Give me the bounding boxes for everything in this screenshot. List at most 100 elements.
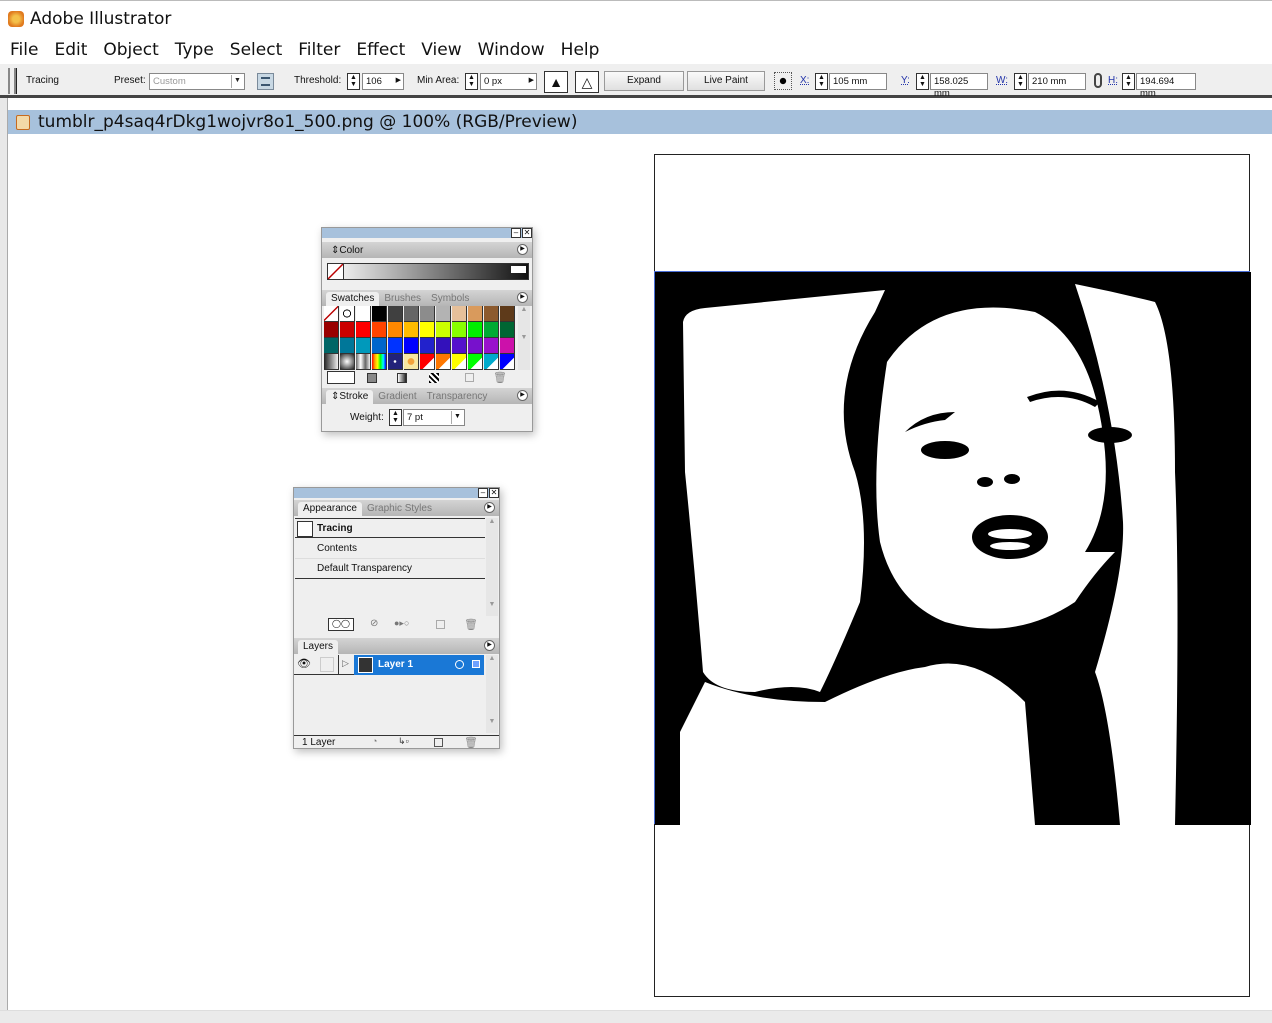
reference-point-icon[interactable]	[774, 72, 792, 90]
h-label[interactable]: H:	[1108, 75, 1118, 87]
w-label[interactable]: W:	[996, 75, 1008, 87]
min-area-input[interactable]: 0 px ▶	[480, 73, 537, 90]
w-stepper[interactable]	[1014, 73, 1027, 90]
panel-menu-icon[interactable]: ▶	[484, 502, 495, 513]
swatch[interactable]	[388, 338, 403, 354]
swatch[interactable]	[404, 338, 419, 354]
selection-square-icon[interactable]	[472, 660, 480, 668]
live-paint-button[interactable]: Live Paint	[687, 71, 765, 91]
panel-menu-icon[interactable]: ▶	[517, 292, 528, 303]
x-label[interactable]: X:	[800, 75, 809, 87]
swatch[interactable]	[340, 322, 355, 338]
min-area-stepper[interactable]	[465, 73, 478, 90]
pattern-swatches-icon[interactable]	[429, 373, 439, 383]
swatch[interactable]	[500, 306, 515, 322]
h-input[interactable]: 194.694 mm	[1136, 73, 1196, 99]
chevron-down-icon[interactable]: ▼	[451, 411, 463, 424]
weight-stepper[interactable]	[389, 409, 402, 426]
new-swatch-icon[interactable]	[465, 373, 474, 382]
menu-edit[interactable]: Edit	[48, 40, 93, 60]
h-stepper[interactable]	[1122, 73, 1135, 90]
tab-appearance[interactable]: Appearance	[298, 502, 362, 516]
menu-object[interactable]: Object	[97, 40, 164, 60]
threshold-input[interactable]: 106 ▶	[362, 73, 404, 90]
swatches-scrollbar[interactable]: ▲ ▼	[518, 306, 530, 370]
swatch[interactable]	[372, 354, 387, 370]
tab-stroke[interactable]: ⇕Stroke	[326, 390, 374, 404]
close-icon[interactable]: ✕	[489, 488, 499, 498]
tab-transparency[interactable]: Transparency	[422, 390, 493, 404]
swatch[interactable]	[468, 306, 483, 322]
minimize-icon[interactable]: –	[511, 228, 521, 238]
show-tracing-result-icon[interactable]: ▲	[544, 71, 568, 93]
swatch[interactable]	[372, 306, 387, 322]
none-color-icon[interactable]	[328, 264, 344, 279]
swatch[interactable]	[436, 338, 451, 354]
swatch[interactable]	[388, 354, 403, 370]
threshold-stepper[interactable]	[347, 73, 360, 90]
target-circle-icon[interactable]	[455, 660, 464, 669]
color-spectrum-bar[interactable]	[327, 263, 529, 280]
layer-1-selected[interactable]: Layer 1	[354, 655, 484, 675]
swatch[interactable]	[404, 322, 419, 338]
duplicate-item-icon[interactable]	[436, 620, 445, 629]
layer-row[interactable]: 👁 ▷ Layer 1	[294, 655, 484, 675]
swatch[interactable]	[404, 306, 419, 322]
tracing-object[interactable]	[654, 271, 1251, 825]
swatch[interactable]	[356, 338, 371, 354]
control-bar-grip[interactable]	[8, 68, 16, 94]
swatch[interactable]	[420, 306, 435, 322]
layers-scrollbar[interactable]: ▲ ▼	[486, 655, 498, 733]
menu-effect[interactable]: Effect	[350, 40, 411, 60]
swatch[interactable]	[452, 306, 467, 322]
trash-icon[interactable]: 🗑	[493, 371, 507, 384]
panel-title-bar[interactable]: – ✕	[294, 488, 499, 498]
swatch[interactable]	[468, 354, 483, 370]
appearance-item-tracing[interactable]: Tracing	[295, 518, 485, 538]
appearance-scrollbar[interactable]: ▲ ▼	[486, 518, 498, 616]
swatch[interactable]	[340, 306, 355, 322]
visibility-eye-icon[interactable]: 👁	[296, 657, 312, 673]
tab-brushes[interactable]: Brushes	[379, 292, 426, 306]
swatch[interactable]	[500, 354, 515, 370]
show-source-image-icon[interactable]: △	[575, 71, 599, 93]
appearance-item-contents[interactable]: Contents	[295, 539, 485, 559]
swatch[interactable]	[484, 322, 499, 338]
menu-view[interactable]: View	[415, 40, 467, 60]
swatch[interactable]	[388, 306, 403, 322]
clear-appearance-icon[interactable]: ⊘	[370, 618, 378, 629]
menu-filter[interactable]: Filter	[292, 40, 346, 60]
minimize-icon[interactable]: –	[478, 488, 488, 498]
swatch[interactable]	[468, 322, 483, 338]
tab-layers[interactable]: Layers	[298, 640, 339, 654]
appearance-item-default-transparency[interactable]: Default Transparency	[295, 559, 485, 579]
make-clipping-mask-icon[interactable]: ◔	[372, 736, 377, 746]
tab-symbols[interactable]: Symbols	[426, 292, 474, 306]
swatch[interactable]	[420, 338, 435, 354]
swatch[interactable]	[324, 354, 339, 370]
constrain-proportions-link-icon[interactable]	[1094, 73, 1102, 88]
swatch[interactable]	[500, 338, 515, 354]
panel-menu-icon[interactable]: ▶	[517, 390, 528, 401]
menu-file[interactable]: File	[4, 40, 44, 60]
y-input[interactable]: 158.025 mm	[930, 73, 988, 99]
slider-arrow-icon[interactable]: ▶	[529, 75, 534, 87]
swatch[interactable]	[388, 322, 403, 338]
menu-type[interactable]: Type	[169, 40, 220, 60]
swatch[interactable]	[436, 306, 451, 322]
expand-button[interactable]: Expand	[604, 71, 684, 91]
create-new-layer-icon[interactable]	[434, 738, 443, 747]
expand-triangle-icon[interactable]: ▷	[342, 658, 349, 669]
tab-color[interactable]: ⇕Color	[326, 244, 368, 258]
swatch[interactable]	[452, 338, 467, 354]
y-stepper[interactable]	[916, 73, 929, 90]
close-icon[interactable]: ✕	[522, 228, 532, 238]
swatch[interactable]	[356, 322, 371, 338]
slider-arrow-icon[interactable]: ▶	[396, 75, 401, 87]
menu-select[interactable]: Select	[224, 40, 288, 60]
swatch[interactable]	[372, 322, 387, 338]
swatch[interactable]	[340, 338, 355, 354]
tab-graphic-styles[interactable]: Graphic Styles	[362, 502, 437, 516]
document-tab[interactable]: tumblr_p4saq4rDkg1wojvr8o1_500.png @ 100…	[8, 110, 1272, 134]
swatch[interactable]	[404, 354, 419, 370]
